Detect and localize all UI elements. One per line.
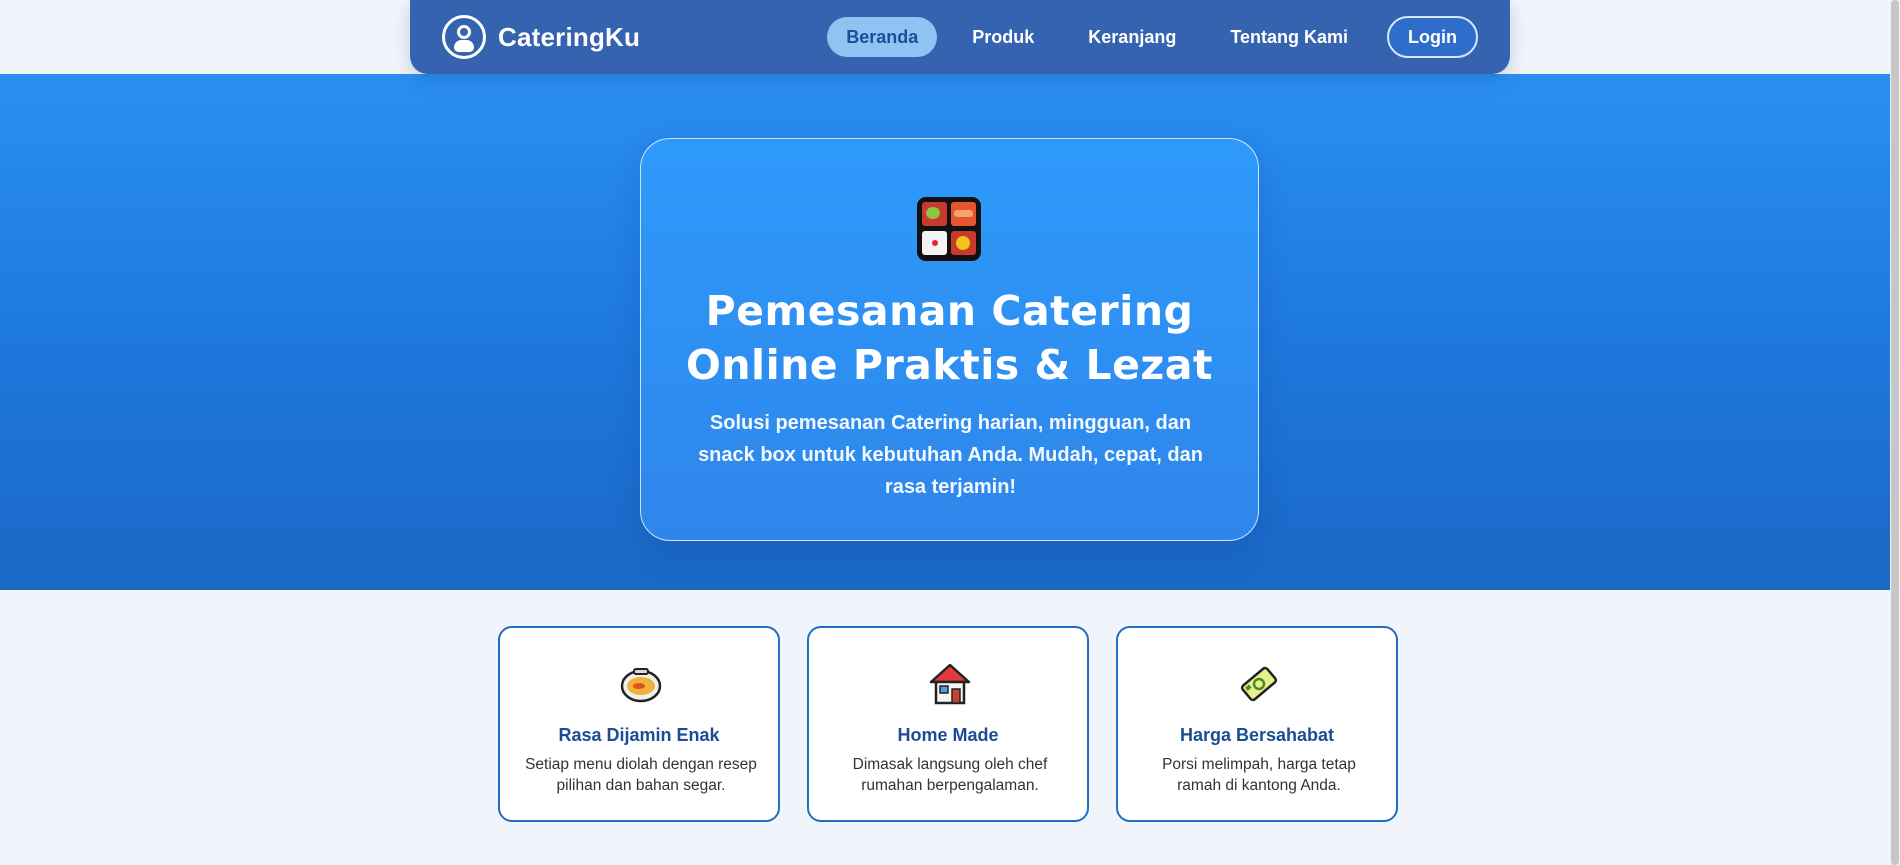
page: CateringKu Beranda Produk Keranjang Tent… [0,0,1900,865]
nav-item-produk[interactable]: Produk [953,17,1053,57]
bento-box-icon [917,197,981,261]
food-bowl-icon [620,668,662,703]
chef-avatar-icon [442,15,486,59]
nav-item-tentang-kami[interactable]: Tentang Kami [1211,17,1367,57]
nav-item-beranda[interactable]: Beranda [827,17,938,57]
hero-subtitle: Solusi pemesanan Catering harian, minggu… [698,412,1203,498]
money-tag-icon [1240,666,1278,702]
hero-title-line-2: Online Praktis & Lezat [685,341,1214,389]
feature-title: Harga Bersahabat [1179,725,1335,745]
hero-title: Pemesanan Catering Online Praktis & Leza… [641,284,1258,392]
features-section: Rasa Dijamin Enak Setiap menu diolah den… [498,626,1398,822]
login-button[interactable]: Login [1387,16,1478,58]
hero-section: Pemesanan Catering Online Praktis & Leza… [0,74,1890,590]
feature-card-rasa: Rasa Dijamin Enak Setiap menu diolah den… [498,626,780,822]
feature-card-harga: Harga Bersahabat Porsi melimpah, harga t… [1116,626,1398,822]
brand-name: CateringKu [498,21,641,52]
nav-links: Beranda Produk Keranjang Tentang Kami Lo… [811,16,1478,58]
navbar: CateringKu Beranda Produk Keranjang Tent… [410,0,1510,74]
feature-title: Home Made [897,725,999,745]
nav-item-keranjang[interactable]: Keranjang [1069,17,1195,57]
feature-card-home-made: Home Made Dimasak langsung oleh chef rum… [807,626,1089,822]
feature-desc: Setiap menu diolah dengan resep pilihan … [525,756,757,794]
vertical-scrollbar[interactable] [1890,0,1900,865]
hero-title-line-1: Pemesanan Catering [705,287,1194,335]
house-icon [929,663,971,705]
feature-desc: Dimasak langsung oleh chef rumahan berpe… [852,756,1048,794]
scrollbar-thumb[interactable] [1891,0,1899,865]
hero-card: Pemesanan Catering Online Praktis & Leza… [640,138,1259,541]
brand[interactable]: CateringKu [442,15,640,59]
feature-desc: Porsi melimpah, harga tetap ramah di kan… [1162,756,1356,794]
feature-title: Rasa Dijamin Enak [558,725,720,745]
